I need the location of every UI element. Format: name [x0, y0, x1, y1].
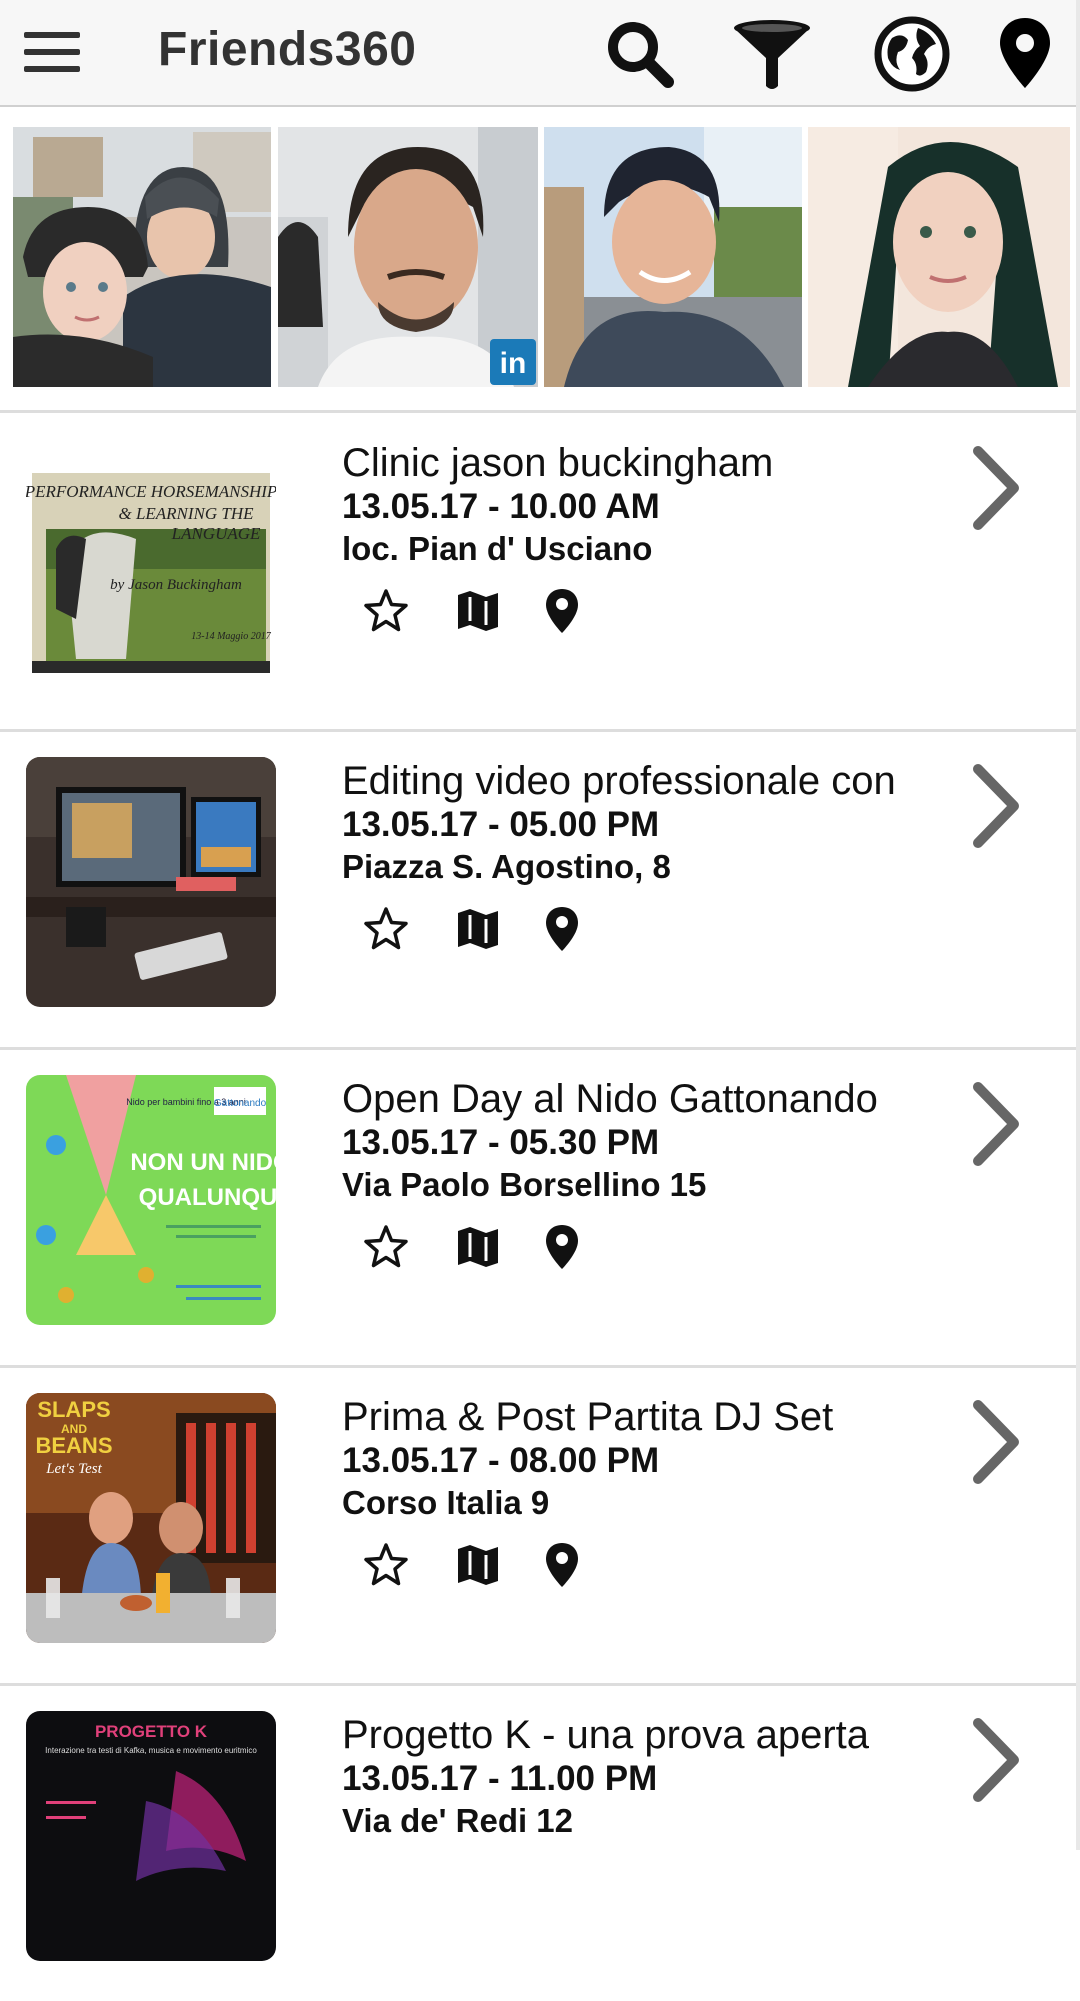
poster-text: PERFORMANCE HORSEMANSHIP — [26, 482, 276, 501]
search-icon[interactable] — [600, 14, 680, 94]
app-title: Friends360 — [158, 23, 417, 76]
location-pin-icon[interactable] — [536, 1539, 588, 1591]
event-title: Progetto K - una prova aperta — [342, 1713, 869, 1757]
friend-photo-man-linkedin[interactable]: in — [278, 127, 538, 387]
poster-text: 13-14 Maggio 2017 — [191, 631, 271, 642]
star-icon[interactable] — [360, 585, 412, 637]
event-thumbnail-progetto-k: PROGETTO K Interazione tra testi di Kafk… — [26, 1711, 276, 1961]
event-location: Piazza S. Agostino, 8 — [342, 848, 671, 885]
event-actions — [360, 1221, 580, 1277]
event-actions — [360, 903, 580, 959]
app-toolbar: Friends360 — [0, 0, 1076, 107]
friends-photo-strip: in — [0, 107, 1076, 412]
event-title: Open Day al Nido Gattonando — [342, 1077, 878, 1121]
map-icon[interactable] — [452, 1221, 504, 1273]
star-icon[interactable] — [360, 903, 412, 955]
event-location: Via de' Redi 12 — [342, 1802, 574, 1839]
event-title: Prima & Post Partita DJ Set — [342, 1395, 834, 1439]
event-datetime: 13.05.17 - 10.00 AM — [342, 487, 660, 526]
chevron-right-icon[interactable] — [966, 761, 1026, 851]
star-icon[interactable] — [360, 1539, 412, 1591]
event-actions — [360, 585, 580, 641]
event-datetime: 13.05.17 - 05.30 PM — [342, 1123, 660, 1162]
poster-text: Gattonando — [214, 1098, 267, 1109]
map-icon[interactable] — [452, 585, 504, 637]
event-title: Editing video professionale con — [342, 759, 896, 803]
chevron-right-icon[interactable] — [966, 1715, 1026, 1805]
event-location: Via Paolo Borsellino 15 — [342, 1166, 707, 1203]
event-location: loc. Pian d' Usciano — [342, 530, 653, 567]
event-actions — [360, 1539, 580, 1595]
poster-text: Let's Test — [45, 1461, 102, 1477]
star-icon[interactable] — [360, 1221, 412, 1273]
event-card[interactable]: Nido per bambini fino a 3 anni Gattonand… — [0, 1049, 1076, 1368]
event-card[interactable]: PERFORMANCE HORSEMANSHIP & LEARNING THE … — [0, 413, 1076, 732]
scroll-edge — [1076, 0, 1080, 1850]
poster-text: LANGUAGE — [171, 524, 261, 543]
globe-icon[interactable] — [872, 14, 952, 94]
poster-text: BEANS — [35, 1433, 112, 1458]
friend-photo-woman[interactable] — [808, 127, 1070, 387]
friend-photo-man-car[interactable] — [544, 127, 802, 387]
poster-text: PROGETTO K — [95, 1722, 208, 1741]
poster-text: NON UN NIDO — [130, 1149, 276, 1176]
poster-text: QUALUNQUE — [139, 1184, 276, 1211]
event-thumbnail-computer-desk — [26, 757, 276, 1007]
filter-icon[interactable] — [732, 14, 812, 94]
poster-text: & LEARNING THE — [118, 504, 254, 523]
event-thumbnail-horsemanship: PERFORMANCE HORSEMANSHIP & LEARNING THE … — [26, 439, 276, 689]
friend-photo-couple[interactable] — [13, 127, 271, 387]
chevron-right-icon[interactable] — [966, 1079, 1026, 1169]
poster-text: SLAPS — [37, 1397, 110, 1422]
event-card[interactable]: Editing video professionale con 13.05.17… — [0, 731, 1076, 1050]
event-datetime: 13.05.17 - 08.00 PM — [342, 1441, 660, 1480]
event-card[interactable]: SLAPS AND BEANS Let's Test Prima & Post … — [0, 1367, 1076, 1686]
location-pin-icon[interactable] — [536, 585, 588, 637]
chevron-right-icon[interactable] — [966, 443, 1026, 533]
poster-text: by Jason Buckingham — [110, 577, 242, 593]
event-datetime: 13.05.17 - 05.00 PM — [342, 805, 660, 844]
event-thumbnail-slaps-and-beans: SLAPS AND BEANS Let's Test — [26, 1393, 276, 1643]
event-title: Clinic jason buckingham — [342, 441, 774, 485]
location-pin-icon[interactable] — [536, 1221, 588, 1273]
poster-text: Interazione tra testi di Kafka, musica e… — [45, 1746, 257, 1755]
location-pin-icon[interactable] — [990, 14, 1060, 94]
event-card[interactable]: PROGETTO K Interazione tra testi di Kafk… — [0, 1685, 1076, 2001]
menu-icon[interactable] — [24, 32, 80, 72]
event-thumbnail-nursery: Nido per bambini fino a 3 anni Gattonand… — [26, 1075, 276, 1325]
chevron-right-icon[interactable] — [966, 1397, 1026, 1487]
linkedin-badge: in — [500, 347, 527, 380]
map-icon[interactable] — [452, 903, 504, 955]
event-datetime: 13.05.17 - 11.00 PM — [342, 1759, 658, 1798]
location-pin-icon[interactable] — [536, 903, 588, 955]
event-location: Corso Italia 9 — [342, 1484, 550, 1521]
map-icon[interactable] — [452, 1539, 504, 1591]
